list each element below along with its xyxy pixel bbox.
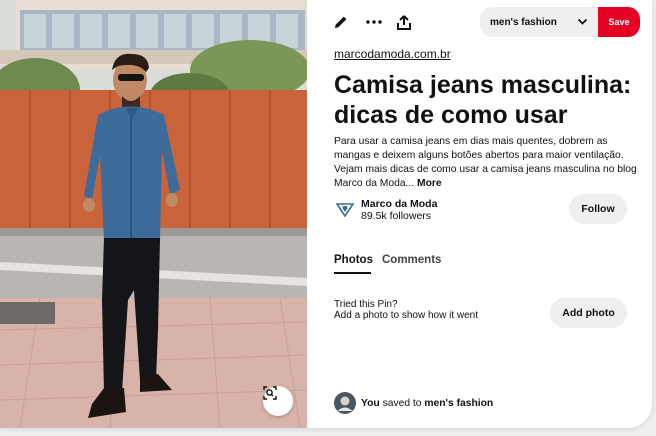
pin-description: Para usar a camisa jeans em dias mais qu… bbox=[334, 135, 639, 191]
saved-activity-line: You saved to men's fashion bbox=[361, 398, 493, 409]
board-select-value: men's fashion bbox=[490, 16, 557, 28]
save-button[interactable]: Save bbox=[598, 7, 640, 37]
pin-description-text: Para usar a camisa jeans em dias mais qu… bbox=[334, 136, 637, 189]
pin-title: Camisa jeans masculina: dicas de como us… bbox=[334, 71, 632, 129]
pin-details-panel: men's fashion Save marcodamoda.com.br Ca… bbox=[307, 0, 652, 428]
more-options-button[interactable] bbox=[360, 8, 388, 36]
more-icon bbox=[366, 20, 382, 24]
creator-name[interactable]: Marco da Moda bbox=[361, 198, 437, 210]
user-avatar[interactable] bbox=[334, 392, 356, 414]
more-link[interactable]: More bbox=[417, 178, 442, 189]
pencil-icon bbox=[335, 16, 347, 28]
tried-pin-title: Tried this Pin? bbox=[334, 299, 398, 310]
source-link[interactable]: marcodamoda.com.br bbox=[334, 47, 451, 61]
pin-tabs: Photos Comments bbox=[334, 252, 634, 276]
share-button[interactable] bbox=[390, 8, 418, 36]
saved-board-link[interactable]: men's fashion bbox=[424, 398, 493, 409]
add-photo-button[interactable]: Add photo bbox=[550, 298, 627, 328]
pin-photo-illustration bbox=[0, 0, 307, 428]
pin-toolbar: men's fashion Save bbox=[307, 0, 652, 44]
tried-pin-subtitle: Add a photo to show how it went bbox=[334, 310, 478, 321]
edit-button[interactable] bbox=[327, 8, 355, 36]
lens-icon bbox=[263, 386, 277, 400]
creator-avatar[interactable] bbox=[334, 198, 356, 220]
saved-actor[interactable]: You bbox=[361, 398, 380, 409]
visual-search-button[interactable] bbox=[263, 386, 293, 416]
creator-followers: 89.5k followers bbox=[361, 210, 432, 222]
pin-image[interactable] bbox=[0, 0, 307, 428]
follow-button[interactable]: Follow bbox=[569, 194, 627, 224]
tab-photos[interactable]: Photos bbox=[334, 254, 373, 266]
saved-text: saved to bbox=[382, 398, 422, 409]
board-select-dropdown[interactable]: men's fashion bbox=[480, 7, 598, 37]
pin-closeup-card: men's fashion Save marcodamoda.com.br Ca… bbox=[0, 0, 652, 428]
chevron-down-icon bbox=[577, 18, 588, 25]
share-icon bbox=[397, 14, 411, 30]
tab-comments[interactable]: Comments bbox=[382, 254, 441, 266]
active-tab-indicator bbox=[334, 272, 371, 274]
